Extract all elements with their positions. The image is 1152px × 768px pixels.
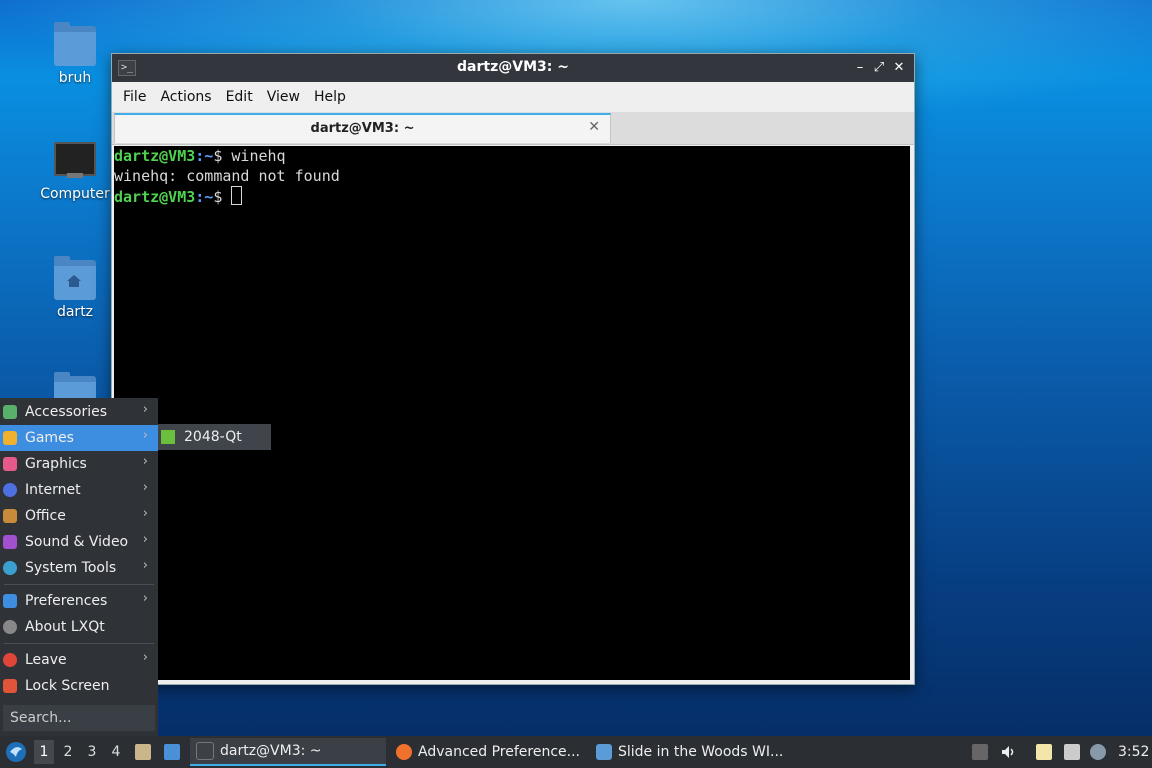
chevron-right-icon: › (142, 480, 148, 495)
maximize-button[interactable]: ⤢ (869, 58, 889, 78)
task-terminal[interactable]: dartz@VM3: ~ (190, 738, 386, 766)
system-tools-icon (3, 561, 17, 575)
menu-separator (4, 584, 154, 585)
terminal-line: dartz@VM3:~$ (114, 186, 910, 207)
graphics-icon (3, 457, 17, 471)
sound-video-icon (3, 535, 17, 549)
close-button[interactable]: ✕ (889, 58, 909, 78)
desktop-switch-4[interactable]: 4 (106, 740, 126, 764)
home-folder-icon (54, 256, 96, 300)
lxqt-menu-icon[interactable] (5, 741, 27, 763)
menu-item-games[interactable]: Games › (0, 425, 158, 451)
internet-icon (3, 483, 17, 497)
terminal-line: dartz@VM3:~$ winehq (114, 147, 286, 165)
chevron-right-icon: › (142, 506, 148, 521)
menu-item-about-lxqt[interactable]: About LXQt (0, 614, 158, 640)
menu-item-leave[interactable]: Leave › (0, 647, 158, 673)
task-firefox[interactable]: Advanced Preference... (390, 738, 586, 766)
eject-icon[interactable] (972, 744, 988, 760)
chevron-right-icon: › (142, 428, 148, 443)
menu-actions[interactable]: Actions (153, 89, 218, 105)
terminal-line: winehq: command not found (114, 167, 340, 185)
menu-item-sound-video[interactable]: Sound & Video › (0, 529, 158, 555)
menu-item-system-tools[interactable]: System Tools › (0, 555, 158, 581)
lock-icon (3, 679, 17, 693)
desktop-icon-dartz[interactable]: dartz (27, 256, 123, 320)
desktop-switch-1[interactable]: 1 (34, 740, 54, 764)
menu-item-internet[interactable]: Internet › (0, 477, 158, 503)
menu-view[interactable]: View (260, 89, 307, 105)
chevron-right-icon: › (142, 650, 148, 665)
desktop-icon-computer[interactable]: Computer (27, 142, 123, 202)
menu-search-input[interactable]: Search... (3, 705, 155, 731)
clock[interactable]: 3:52 (1118, 736, 1149, 768)
menu-file[interactable]: File (116, 89, 153, 105)
task-file-manager[interactable]: Slide in the Woods WI... (590, 738, 786, 766)
menu-item-graphics[interactable]: Graphics › (0, 451, 158, 477)
desktop-icon-label: bruh (58, 70, 92, 86)
terminal-cursor (231, 186, 243, 205)
terminal-icon (196, 742, 214, 760)
taskbar: 1 2 3 4 dartz@VM3: ~ Advanced Preference… (0, 736, 1152, 768)
window-title: dartz@VM3: ~ (457, 59, 569, 75)
menu-item-lock-screen[interactable]: Lock Screen (0, 673, 158, 699)
menu-item-office[interactable]: Office › (0, 503, 158, 529)
tab-terminal[interactable]: dartz@VM3: ~ ✕ (114, 113, 611, 143)
start-menu: Accessories › Games › Graphics › Interne… (0, 398, 158, 736)
volume-icon[interactable] (1000, 744, 1016, 760)
minimize-button[interactable]: – (850, 58, 870, 78)
terminal-output[interactable]: dartz@VM3:~$ winehq winehq: command not … (114, 146, 910, 680)
show-desktop-icon[interactable] (164, 744, 180, 760)
chevron-right-icon: › (142, 454, 148, 469)
menu-item-accessories[interactable]: Accessories › (0, 399, 158, 425)
about-icon (3, 620, 17, 634)
desktop-icon-label: Computer (40, 186, 110, 202)
window-titlebar[interactable]: >_ dartz@VM3: ~ – ⤢ ✕ (112, 54, 914, 82)
file-manager-launcher-icon[interactable] (135, 744, 151, 760)
terminal-window[interactable]: >_ dartz@VM3: ~ – ⤢ ✕ File Actions Edit … (111, 53, 915, 685)
submenu-games: 2048-Qt (158, 424, 271, 450)
tab-label: dartz@VM3: ~ (310, 121, 415, 136)
menu-help[interactable]: Help (307, 89, 353, 105)
chevron-right-icon: › (142, 402, 148, 417)
menubar: File Actions Edit View Help (112, 82, 914, 112)
firefox-icon (396, 744, 412, 760)
desktop-icon-label: dartz (56, 304, 94, 320)
desktop-icon-bruh[interactable]: bruh (27, 22, 123, 86)
tab-bar: dartz@VM3: ~ ✕ (112, 112, 914, 145)
folder-icon (596, 744, 612, 760)
chevron-right-icon: › (142, 591, 148, 606)
folder-icon (54, 22, 96, 66)
menu-edit[interactable]: Edit (219, 89, 260, 105)
accessories-icon (3, 405, 17, 419)
office-icon (3, 509, 17, 523)
desktop-switch-3[interactable]: 3 (82, 740, 102, 764)
games-icon (3, 431, 17, 445)
submenu-item-2048-qt[interactable]: 2048-Qt (184, 429, 242, 445)
network-icon[interactable] (1064, 744, 1080, 760)
chevron-right-icon: › (142, 532, 148, 547)
desktop-switch-2[interactable]: 2 (58, 740, 78, 764)
game-2048-icon (161, 430, 175, 444)
menu-item-preferences[interactable]: Preferences › (0, 588, 158, 614)
chevron-right-icon: › (142, 558, 148, 573)
tab-close-icon[interactable]: ✕ (588, 119, 600, 135)
leave-icon (3, 653, 17, 667)
update-notifier-icon[interactable] (1090, 744, 1106, 760)
computer-icon (54, 142, 96, 182)
menu-separator (4, 643, 154, 644)
preferences-icon (3, 594, 17, 608)
clipboard-icon[interactable] (1036, 744, 1052, 760)
